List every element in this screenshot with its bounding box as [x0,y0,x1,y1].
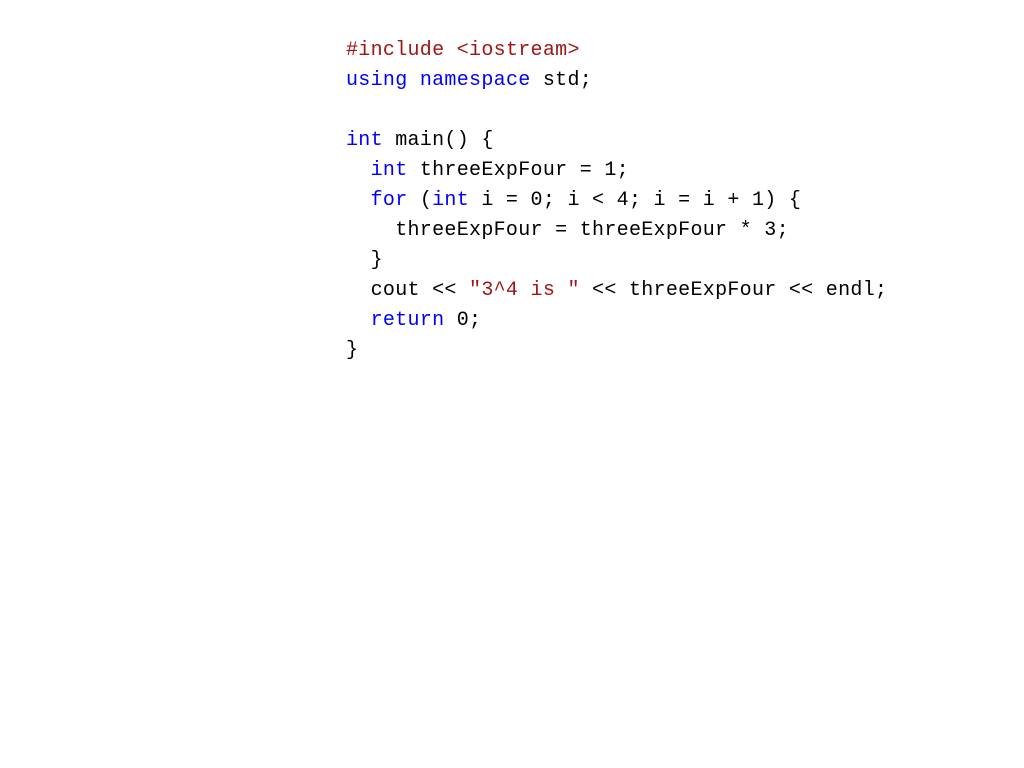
keyword-return: return [371,309,445,332]
code-text: } [346,339,358,362]
code-text: ( [408,189,433,212]
code-text: 0; [444,309,481,332]
code-text: cout << [346,279,469,302]
code-text: threeExpFour = 1; [408,159,629,182]
space [408,69,420,92]
code-block: #include <iostream> using namespace std;… [0,0,1024,366]
code-text: threeExpFour = threeExpFour * 3; [346,219,789,242]
space [444,39,456,62]
keyword-int: int [432,189,469,212]
preprocessor-directive: #include [346,39,444,62]
keyword-using: using [346,69,408,92]
keyword-for: for [371,189,408,212]
code-text: } [346,249,383,272]
code-text: main() { [383,129,494,152]
indent [346,159,371,182]
code-text: << threeExpFour << endl; [580,279,888,302]
indent [346,309,371,332]
keyword-namespace: namespace [420,69,531,92]
keyword-int: int [346,129,383,152]
string-literal: "3^4 is " [469,279,580,302]
header-name: <iostream> [457,39,580,62]
code-text: std; [531,69,593,92]
code-text: i = 0; i < 4; i = i + 1) { [469,189,801,212]
indent [346,189,371,212]
keyword-int: int [371,159,408,182]
